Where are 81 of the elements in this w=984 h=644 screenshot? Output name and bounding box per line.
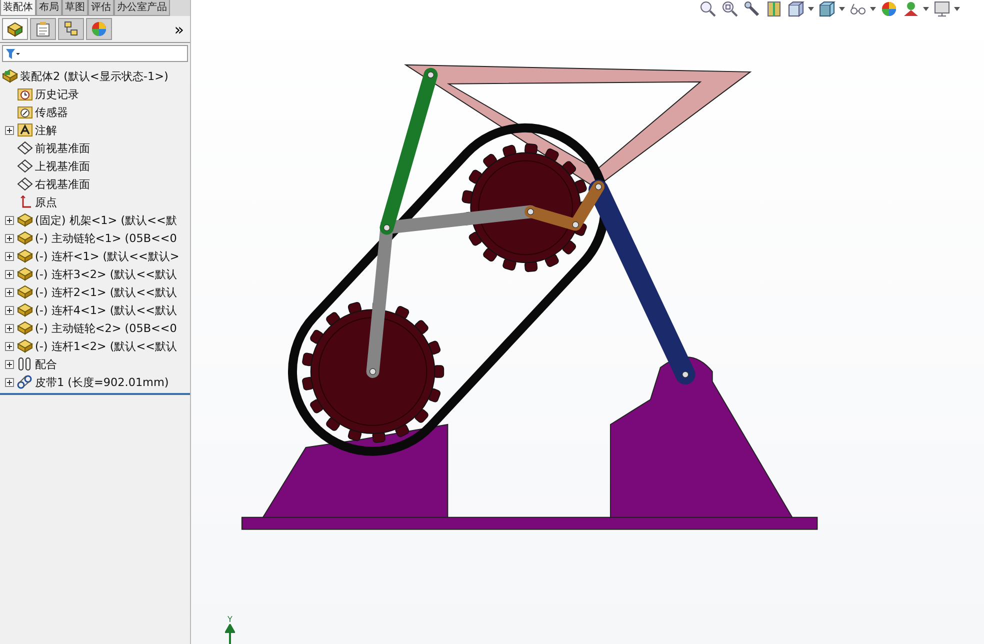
more-button[interactable]: »: [170, 20, 188, 38]
part-icon: [17, 321, 33, 335]
feature-tree-icon: [6, 21, 24, 37]
view-toolbar-button[interactable]: [721, 0, 739, 18]
view-toolbar-button[interactable]: [818, 0, 845, 18]
expand-toggle[interactable]: [4, 214, 15, 226]
view-cube-icon: [787, 0, 805, 18]
expand-toggle[interactable]: [4, 286, 15, 298]
part-icon: [17, 249, 33, 263]
command-tab[interactable]: 办公室产品: [114, 0, 170, 16]
tree-item[interactable]: (固定) 机架<1> (默认<<默: [35, 212, 177, 228]
color-ball-icon: [880, 0, 898, 18]
tree-item[interactable]: 历史记录: [35, 86, 79, 102]
expand-toggle[interactable]: [4, 268, 15, 280]
view-toolbar-button[interactable]: [902, 0, 929, 18]
command-tab[interactable]: 草图: [62, 0, 88, 16]
tree-item[interactable]: 右视基准面: [35, 176, 90, 192]
expand-toggle[interactable]: [4, 232, 15, 244]
command-tab[interactable]: 装配体: [0, 0, 36, 16]
monitor-icon: [933, 0, 951, 18]
filter-field[interactable]: [2, 45, 188, 62]
part-icon: [2, 69, 18, 83]
part-icon: [17, 267, 33, 281]
manager-tab[interactable]: [30, 18, 56, 40]
zoom-icon: [699, 0, 717, 18]
view-toolbar-button[interactable]: [743, 0, 761, 18]
shaded-cube-icon: [818, 0, 836, 18]
view-toolbar-button[interactable]: [933, 0, 960, 18]
tree-item[interactable]: (-) 连杆<1> (默认<<默认>: [35, 248, 180, 264]
hierarchy-icon: [62, 21, 80, 37]
letter-a-icon: [17, 123, 33, 137]
tree-item[interactable]: (-) 连杆4<1> (默认<<默认: [35, 302, 177, 318]
zoom-icon: [721, 0, 739, 18]
tree-item[interactable]: (-) 主动链轮<2> (05B<<0: [35, 320, 177, 336]
part-icon: [17, 339, 33, 353]
plane-icon: [17, 159, 33, 173]
gauge-folder-icon: [17, 105, 33, 119]
expand-toggle[interactable]: [4, 376, 15, 388]
belt-icon: [17, 375, 33, 389]
clock-folder-icon: [17, 87, 33, 101]
section-view-icon: [765, 0, 783, 18]
expand-toggle[interactable]: [4, 358, 15, 370]
tree-item[interactable]: 注解: [35, 122, 57, 138]
view-toolbar-button[interactable]: [880, 0, 898, 18]
part-icon: [17, 231, 33, 245]
filter-button[interactable]: [3, 46, 23, 60]
manager-tab[interactable]: [2, 18, 28, 40]
plane-icon: [17, 141, 33, 155]
tree-item[interactable]: 装配体2 (默认<显示状态-1>): [20, 68, 168, 84]
scene-icon: [902, 0, 920, 18]
tree-item[interactable]: 上视基准面: [35, 158, 90, 174]
tree-item[interactable]: 传感器: [35, 104, 68, 120]
view-toolbar-button[interactable]: [699, 0, 717, 18]
view-toolbar-button[interactable]: [787, 0, 814, 18]
magnifier-tilted-icon: [743, 0, 761, 18]
axis-label: Y: [228, 615, 232, 624]
command-tab[interactable]: 评估: [88, 0, 114, 16]
axis-arrow: [225, 624, 235, 644]
part-icon: [17, 213, 33, 227]
expand-toggle[interactable]: [4, 340, 15, 352]
tree-item[interactable]: 皮带1 (长度=902.01mm): [35, 374, 169, 390]
tree-item[interactable]: 前视基准面: [35, 140, 90, 156]
tree-item[interactable]: (-) 连杆2<1> (默认<<默认: [35, 284, 177, 300]
part-icon: [17, 303, 33, 317]
tree-item[interactable]: 原点: [35, 194, 57, 210]
tree-item[interactable]: 配合: [35, 356, 57, 372]
color-ball-icon: [90, 21, 108, 37]
plane-icon: [17, 177, 33, 191]
tree-item[interactable]: (-) 连杆1<2> (默认<<默认: [35, 338, 177, 354]
clipboard-icon: [34, 21, 52, 37]
tree-item[interactable]: (-) 连杆3<2> (默认<<默认: [35, 266, 177, 282]
manager-tab[interactable]: [58, 18, 84, 40]
tree-item[interactable]: (-) 主动链轮<1> (05B<<0: [35, 230, 177, 246]
expand-toggle[interactable]: [4, 124, 15, 136]
part-icon: [17, 285, 33, 299]
expand-toggle[interactable]: [4, 304, 15, 316]
command-tab[interactable]: 布局: [36, 0, 62, 16]
expand-toggle[interactable]: [4, 322, 15, 334]
expand-toggle[interactable]: [4, 250, 15, 262]
paperclip-icon: [17, 357, 33, 371]
view-toolbar-button[interactable]: [765, 0, 783, 18]
